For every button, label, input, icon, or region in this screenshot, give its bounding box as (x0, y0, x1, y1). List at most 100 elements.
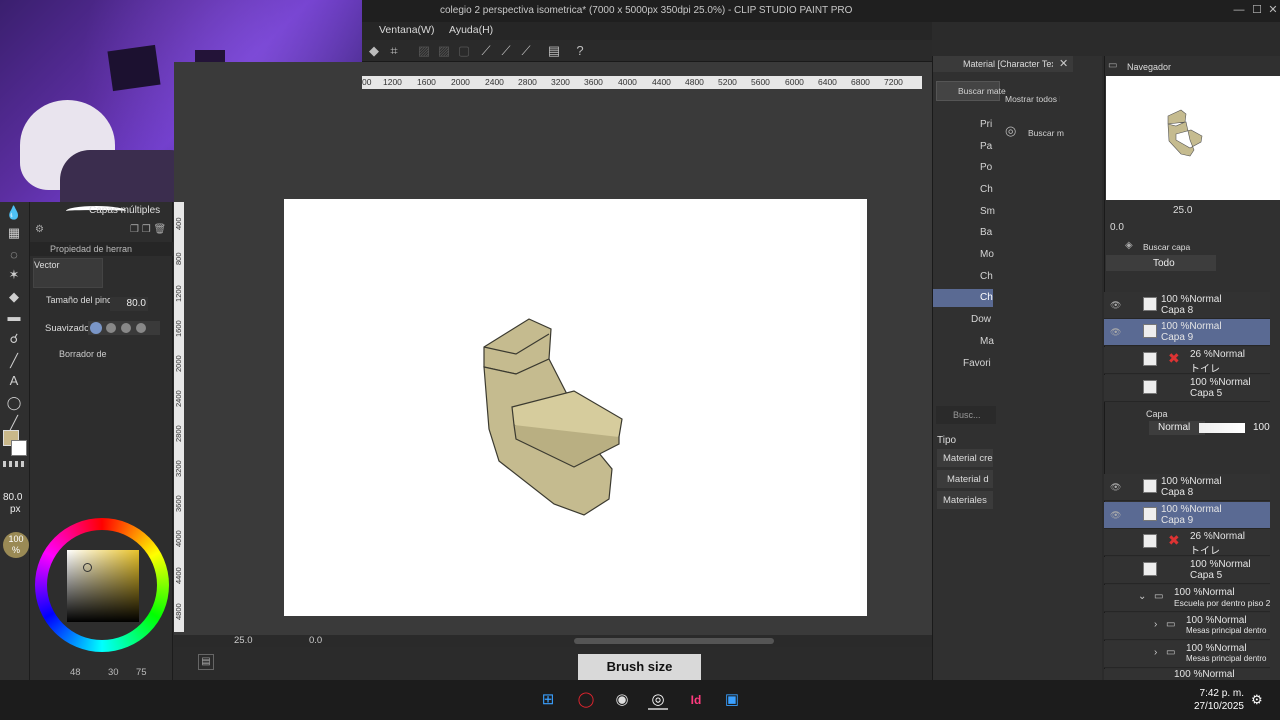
layer-name: Capa 5 (1190, 388, 1223, 399)
tree-item-ch-3[interactable]: Ch (980, 292, 993, 303)
tree-item-favori[interactable]: Favori (963, 358, 991, 369)
eye-icon[interactable]: 👁 (1110, 510, 1121, 521)
menu-ventana[interactable]: Ventana(W) (379, 24, 434, 36)
lasso-icon[interactable]: ◌ (3, 246, 25, 264)
tool-property-title: Propiedad de herran (50, 244, 133, 254)
chevron-down-icon[interactable]: ⌄ (1138, 591, 1146, 602)
clock-date[interactable]: 27/10/2025 (1190, 701, 1244, 712)
layer-row[interactable]: 100 %Normal Capa 5 (1104, 557, 1270, 584)
indesign-icon[interactable]: Id (686, 690, 706, 710)
layer-search-title: Buscar capa (1143, 242, 1191, 252)
brush-size-field[interactable]: 80.0 (110, 297, 148, 311)
smoothing-option-3[interactable] (121, 323, 131, 333)
opacity-slider[interactable] (1199, 423, 1245, 433)
layer-folder-row[interactable]: › ▭ 100 %Normal Mesas principal dentro (1104, 641, 1270, 668)
minimize-button[interactable]: — (1232, 3, 1246, 17)
text-icon[interactable]: A (3, 372, 25, 390)
tree-item-ma[interactable]: Ma (980, 336, 994, 347)
eye-icon[interactable]: 👁 (1110, 482, 1121, 493)
search-layer-row[interactable]: 👁 100 %Normal Capa 8 (1104, 292, 1270, 319)
tree-item-pa[interactable]: Pa (980, 141, 992, 152)
smoothing-option-4[interactable] (136, 323, 146, 333)
close-button[interactable]: ✕ (1266, 3, 1280, 17)
transform-icon[interactable]: ⌗ (386, 43, 402, 59)
layer-row-selected[interactable]: 👁 100 %Normal Capa 9 (1104, 502, 1270, 529)
tree-item-ba[interactable]: Ba (980, 227, 992, 238)
smoothing-selector[interactable] (88, 321, 160, 335)
tree-item-ch[interactable]: Ch (980, 184, 993, 195)
windows-start-icon[interactable]: ⊞ (538, 690, 558, 710)
fill-bucket-icon[interactable]: ◆ (3, 288, 25, 306)
tree-item-mo[interactable]: Mo (980, 249, 994, 260)
folder-icon: ▭ (1166, 619, 1176, 630)
search-layer-row[interactable]: ✖ 26 %Normal トイレ (1104, 347, 1270, 375)
opera-icon[interactable]: ◯ (576, 690, 596, 710)
grid-tool-icon[interactable]: ▦ (3, 224, 25, 242)
show-all-label[interactable]: Mostrar todos lo (1005, 94, 1060, 104)
ruler-tick: 1200 (383, 77, 402, 87)
eraser-icon[interactable]: ▬ (3, 308, 25, 326)
balloon-icon[interactable]: ◯ (3, 394, 25, 412)
canvas-angle-value[interactable]: 0.0 (309, 635, 322, 646)
layer-blend: 100 %Normal (1161, 321, 1222, 332)
canvas-paper[interactable] (284, 199, 867, 616)
eye-icon[interactable]: 👁 (1110, 327, 1121, 338)
navigator-preview[interactable] (1106, 76, 1280, 200)
layer-row-partial[interactable]: 100 %Normal (1104, 669, 1270, 680)
search-material-label-2[interactable]: Buscar m (1028, 128, 1064, 138)
clip-studio-paint-icon[interactable]: ◎ (648, 690, 668, 710)
app-window-icon[interactable]: ▣ (722, 690, 742, 710)
layer-folder-row[interactable]: › ▭ 100 %Normal Mesas principal dentro (1104, 613, 1270, 640)
fill-icon[interactable]: ◆ (366, 43, 382, 59)
material-search-icon[interactable]: ◎ (1005, 123, 1016, 139)
ruler-pen-icon-2[interactable]: ⟋ (498, 43, 514, 59)
search-layer-row-selected[interactable]: 👁 100 %Normal Capa 9 (1104, 319, 1270, 346)
transparent-color-icon[interactable] (3, 461, 27, 467)
smoothing-option-1[interactable] (90, 322, 102, 334)
panel-toggle-icon[interactable]: ▤ (198, 654, 214, 670)
notification-icon[interactable]: ⚙ (1251, 692, 1263, 708)
layer-folder-row[interactable]: ⌄ ▭ 100 %Normal Escuela por dentro piso … (1104, 585, 1270, 612)
subtool-copy-icon[interactable]: ❐ ❐ 🗑 (130, 224, 166, 235)
clip-studio-icon[interactable]: ◉ (612, 690, 632, 710)
window-title: colegio 2 perspectiva isometrica* (7000 … (440, 5, 853, 16)
maximize-button[interactable]: ☐ (1250, 3, 1264, 17)
layer-row[interactable]: ✖ 26 %Normal トイレ (1104, 529, 1270, 557)
sub-color-swatch[interactable] (11, 440, 27, 456)
navigator-angle[interactable]: 0.0 (1110, 222, 1124, 233)
tree-item-sm[interactable]: Sm (980, 206, 995, 217)
material-close-icon[interactable]: ✕ (1059, 57, 1068, 70)
magic-wand-icon[interactable]: ✶ (3, 266, 25, 284)
disabled-tool-icon-3[interactable]: ▢ (456, 43, 472, 59)
menu-ayuda[interactable]: Ayuda(H) (449, 24, 493, 36)
dropper-icon[interactable]: 💧 (3, 204, 25, 222)
smoothing-option-2[interactable] (106, 323, 116, 333)
navigator-zoom[interactable]: 25.0 (1173, 205, 1192, 216)
search-layer-row[interactable]: 100 %Normal Capa 5 (1104, 375, 1270, 402)
layer-blend: 100 %Normal (1161, 294, 1222, 305)
ruler-tick: 1600 (417, 77, 436, 87)
chevron-right-icon[interactable]: › (1154, 647, 1157, 658)
tree-item-dow[interactable]: Dow (971, 314, 991, 325)
disabled-tool-icon-2[interactable]: ▨ (436, 43, 452, 59)
canvas-zoom-value[interactable]: 25.0 (234, 635, 253, 646)
subtool-settings-icon[interactable]: ⚙ (35, 224, 44, 235)
tree-item-pri[interactable]: Pri (980, 119, 992, 130)
layer-opacity-value[interactable]: 100 (1253, 422, 1270, 433)
blend-icon[interactable]: ☌ (3, 330, 25, 348)
horizontal-scrollbar[interactable] (574, 638, 774, 644)
pen-icon[interactable]: ╱ (3, 352, 25, 370)
disabled-tool-icon[interactable]: ▨ (416, 43, 432, 59)
eye-icon[interactable]: 👁 (1110, 300, 1121, 311)
tree-item-ch-2[interactable]: Ch (980, 271, 993, 282)
color-saturation-square[interactable] (67, 550, 139, 622)
document-icon[interactable]: ▤ (546, 43, 562, 59)
ruler-pen-icon[interactable]: ⟋ (478, 43, 494, 59)
help-icon[interactable]: ? (572, 43, 588, 59)
clock-time[interactable]: 7:42 p. m. (1196, 688, 1244, 699)
color-picker-cursor[interactable] (83, 563, 92, 572)
tree-item-po[interactable]: Po (980, 162, 992, 173)
chevron-right-icon[interactable]: › (1154, 619, 1157, 630)
ruler-pen-icon-3[interactable]: ⟋ (518, 43, 534, 59)
layer-row[interactable]: 👁 100 %Normal Capa 8 (1104, 474, 1270, 501)
